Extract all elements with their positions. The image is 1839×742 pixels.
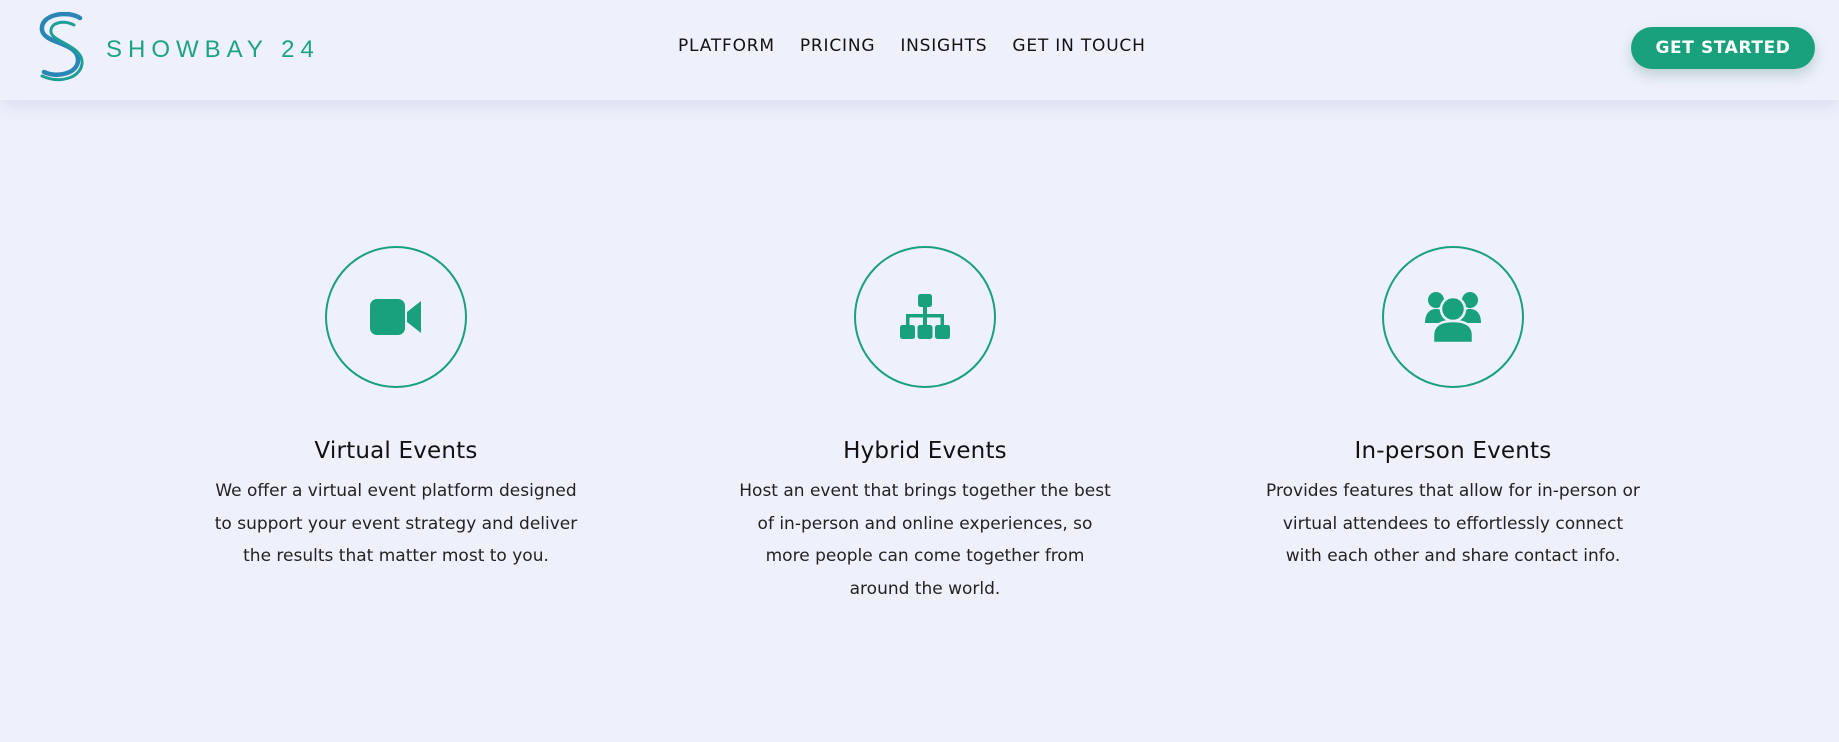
nav-platform[interactable]: PLATFORM [678,36,775,56]
feature-title: In-person Events [1354,438,1552,464]
showbay-logo-icon [39,12,84,81]
feature-virtual-events: Virtual Events We offer a virtual event … [186,246,606,573]
feature-in-person-events: In-person Events Provides features that … [1243,246,1663,573]
video-camera-icon [370,299,421,335]
feature-description: Host an event that brings together the b… [739,481,1111,599]
nav-pricing[interactable]: PRICING [800,36,875,56]
nav-get-in-touch[interactable]: GET IN TOUCH [1012,36,1145,56]
feature-description: We offer a virtual event platform design… [214,481,578,566]
feature-icon-circle [854,246,996,388]
nav-insights[interactable]: INSIGHTS [900,36,987,56]
sitemap-icon [900,294,950,339]
logo-link[interactable]: SHOWBAY 24 [34,12,320,82]
feature-hybrid-events: Hybrid Events Host an event that brings … [715,246,1135,605]
site-header: SHOWBAY 24 PLATFORM PRICING INSIGHTS GET… [0,0,1839,100]
feature-icon-circle [1382,246,1524,388]
get-started-button[interactable]: GET STARTED [1631,27,1815,69]
main-nav: PLATFORM PRICING INSIGHTS GET IN TOUCH [678,36,1171,56]
feature-description: Provides features that allow for in-pers… [1266,481,1640,566]
feature-title: Virtual Events [314,438,478,464]
feature-icon-circle [325,246,467,388]
feature-title: Hybrid Events [843,438,1007,464]
users-icon [1425,292,1481,343]
logo-text: SHOWBAY 24 [106,36,320,63]
